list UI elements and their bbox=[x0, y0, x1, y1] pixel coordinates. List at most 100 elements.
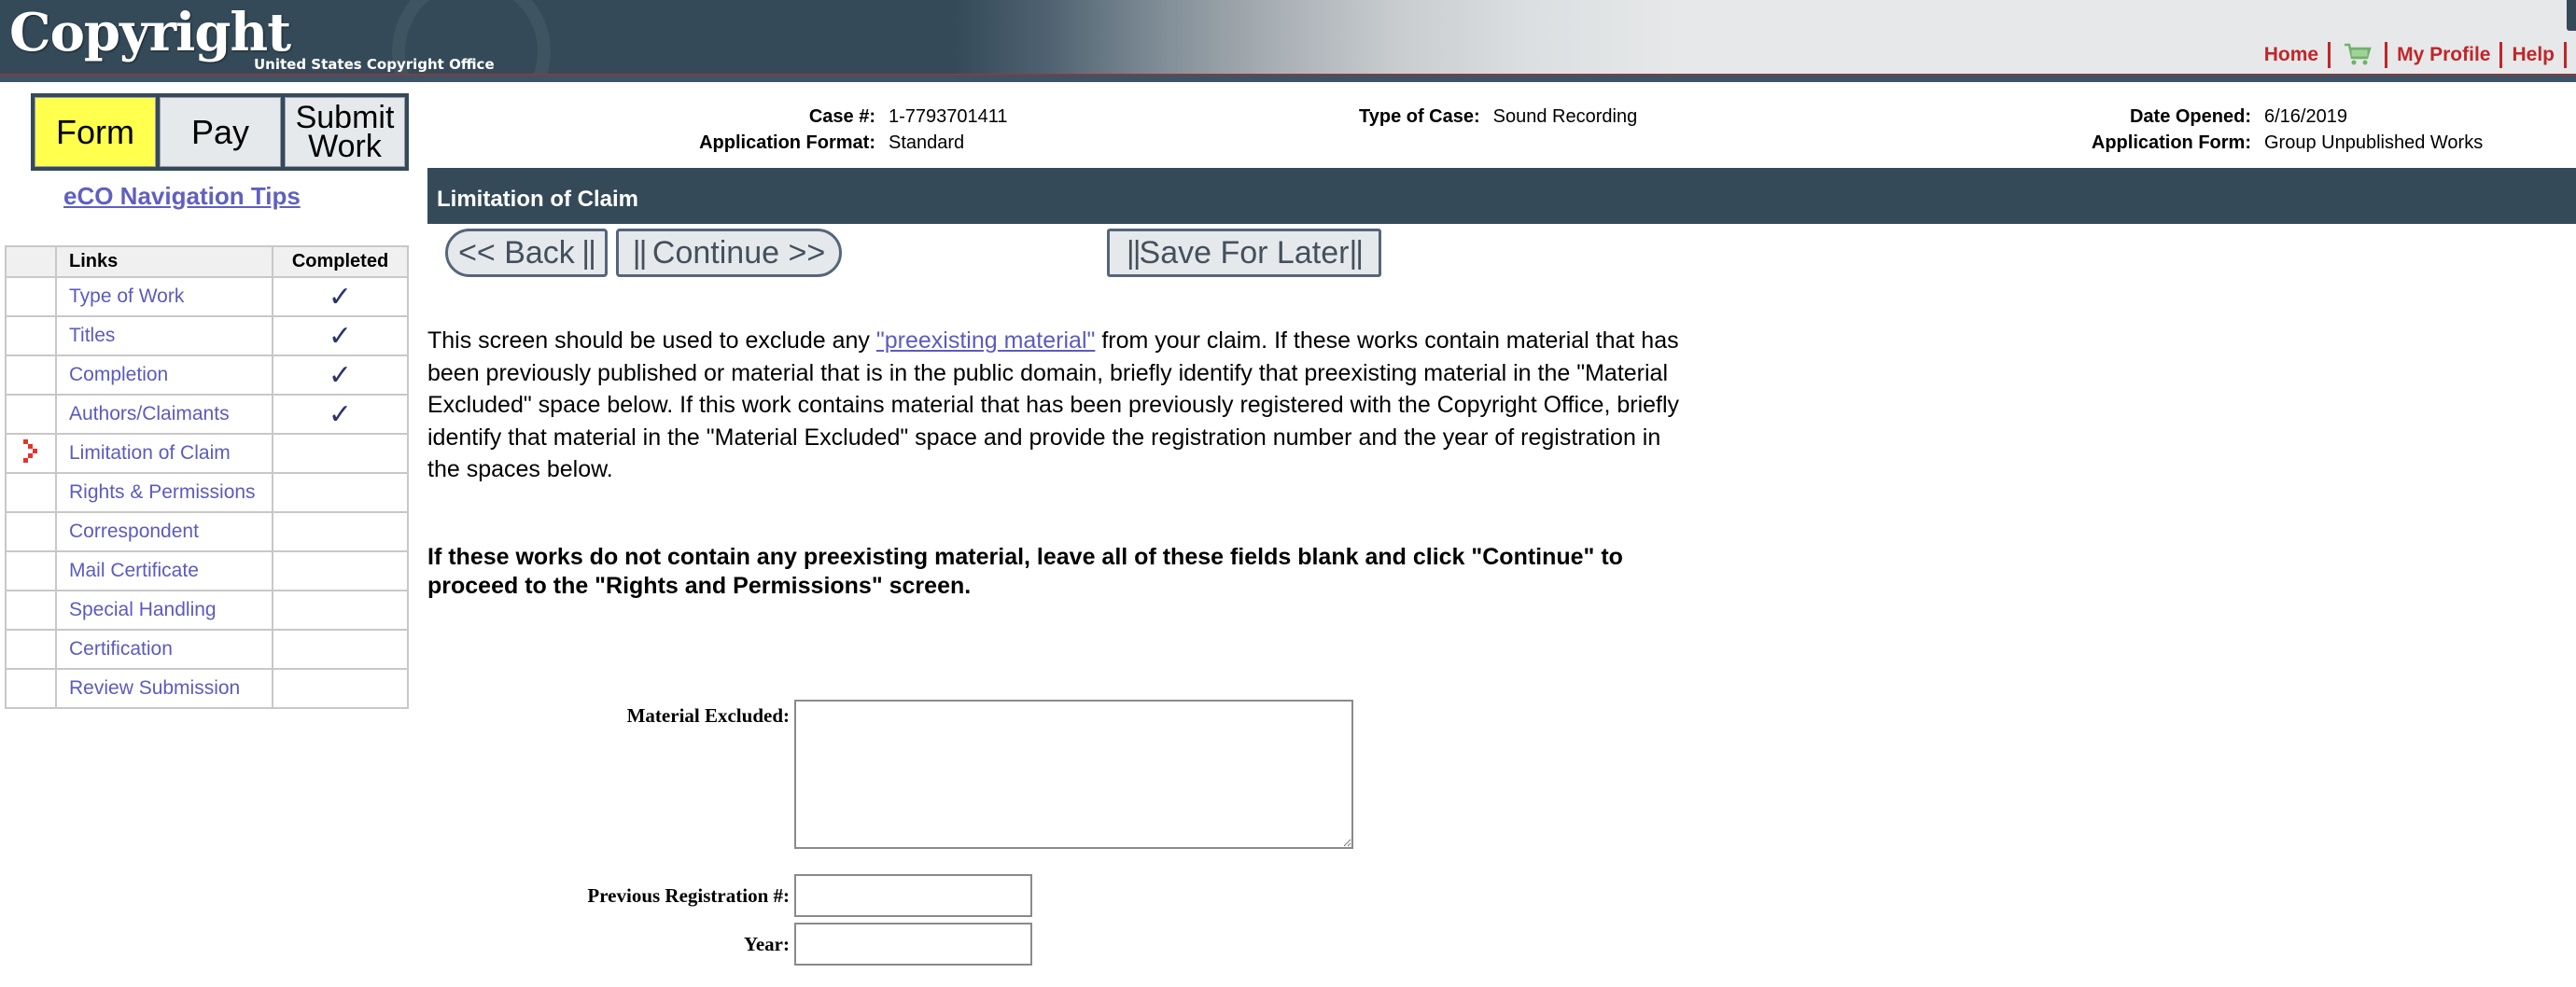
completed-cell: ✓ bbox=[272, 276, 409, 317]
current-step-cell bbox=[5, 472, 57, 513]
button-divider-bars: || bbox=[1349, 234, 1364, 271]
checkmark-icon: ✓ bbox=[328, 320, 353, 352]
sidebar-item-review-submission[interactable]: Review Submission bbox=[69, 677, 240, 699]
table-row: Mail Certificate bbox=[5, 550, 409, 591]
phase-navigation: Form Pay Submit Work bbox=[31, 93, 409, 171]
link-cell: Limitation of Claim bbox=[55, 433, 273, 474]
continue-button[interactable]: || Continue >> bbox=[616, 229, 842, 277]
completed-cell bbox=[272, 668, 409, 709]
completed-cell bbox=[272, 472, 409, 513]
sidebar-item-titles[interactable]: Titles bbox=[69, 325, 115, 346]
table-row: Type of Work ✓ bbox=[5, 276, 409, 317]
home-link[interactable]: Home bbox=[2255, 44, 2328, 66]
application-format-label: Application Format: bbox=[699, 132, 875, 153]
application-form-value: Group Unpublished Works bbox=[2264, 132, 2484, 153]
table-row: Titles ✓ bbox=[5, 315, 409, 356]
phase-pay-button[interactable]: Pay bbox=[160, 97, 281, 167]
completed-cell bbox=[272, 511, 409, 552]
table-row: Correspondent bbox=[5, 511, 409, 552]
case-info-middle: Type of Case: Sound Recording bbox=[1359, 106, 1637, 132]
type-of-case-value: Sound Recording bbox=[1492, 106, 1638, 127]
back-button[interactable]: << Back || bbox=[445, 229, 608, 277]
table-row: Limitation of Claim bbox=[5, 433, 409, 474]
application-format-value: Standard bbox=[889, 132, 965, 153]
current-step-cell bbox=[5, 315, 57, 356]
shopping-cart-link[interactable] bbox=[2331, 43, 2385, 67]
save-for-later-button[interactable]: || Save For Later || bbox=[1107, 229, 1381, 277]
completed-cell bbox=[272, 590, 409, 631]
completed-cell: ✓ bbox=[272, 354, 409, 396]
link-cell: Type of Work bbox=[55, 276, 273, 317]
header-corner-tab bbox=[2567, 0, 2576, 31]
button-divider-bars: || bbox=[1126, 234, 1141, 271]
current-step-cell bbox=[5, 668, 57, 709]
sidebar-item-correspondent[interactable]: Correspondent bbox=[69, 521, 199, 542]
no-preexisting-notice: If these works do not contain any preexi… bbox=[427, 544, 1623, 599]
phase-submit-label: Submit Work bbox=[296, 102, 395, 164]
application-links-table: Links Completed Type of Work ✓ Titles ✓ Comp… bbox=[5, 245, 409, 709]
previous-registration-input[interactable] bbox=[794, 874, 1032, 917]
help-link[interactable]: Help bbox=[2502, 44, 2564, 66]
completed-cell: ✓ bbox=[272, 394, 409, 435]
current-step-cell bbox=[5, 354, 57, 396]
checkmark-icon: ✓ bbox=[328, 281, 353, 313]
link-cell: Special Handling bbox=[55, 590, 273, 631]
save-for-later-label: Save For Later bbox=[1139, 234, 1350, 271]
case-number-label: Case #: bbox=[808, 106, 875, 127]
date-opened-label: Date Opened: bbox=[2129, 106, 2251, 127]
completed-cell: ✓ bbox=[272, 315, 409, 356]
current-step-cell bbox=[5, 550, 57, 591]
phase-form-button[interactable]: Form bbox=[35, 97, 156, 167]
my-profile-link[interactable]: My Profile bbox=[2387, 44, 2499, 66]
sidebar-item-mail-certificate[interactable]: Mail Certificate bbox=[69, 560, 199, 581]
link-cell: Completion bbox=[55, 354, 273, 396]
column-header-links: Links bbox=[55, 245, 273, 278]
column-header-completed: Completed bbox=[272, 245, 409, 278]
current-step-cell bbox=[5, 511, 57, 552]
phase-submit-line2: Work bbox=[308, 128, 382, 164]
material-excluded-label: Material Excluded: bbox=[626, 704, 790, 727]
table-header-row: Links Completed bbox=[5, 245, 409, 278]
column-header-marker bbox=[5, 245, 57, 278]
eco-navigation-tips-link[interactable]: eCO Navigation Tips bbox=[63, 182, 301, 211]
sidebar-item-rights-permissions[interactable]: Rights & Permissions bbox=[69, 481, 256, 503]
header-bottom-strip bbox=[0, 75, 2576, 82]
link-cell: Mail Certificate bbox=[55, 550, 273, 591]
sidebar-item-special-handling[interactable]: Special Handling bbox=[69, 599, 217, 620]
date-opened-value: 6/16/2019 bbox=[2264, 106, 2347, 127]
phase-submit-work-button[interactable]: Submit Work bbox=[285, 97, 405, 167]
sidebar-item-authors-claimants[interactable]: Authors/Claimants bbox=[69, 403, 230, 424]
application-form-label: Application Form: bbox=[2091, 132, 2251, 153]
sidebar-item-type-of-work[interactable]: Type of Work bbox=[69, 285, 184, 307]
table-row: Certification bbox=[5, 629, 409, 670]
completed-cell bbox=[272, 550, 409, 591]
link-cell: Titles bbox=[55, 315, 273, 356]
completed-cell bbox=[272, 629, 409, 670]
link-cell: Authors/Claimants bbox=[55, 394, 273, 435]
sidebar-item-certification[interactable]: Certification bbox=[69, 638, 173, 660]
material-excluded-textarea[interactable] bbox=[794, 700, 1353, 849]
completed-cell bbox=[272, 433, 409, 474]
top-navigation: Home My Profile Help bbox=[2255, 41, 2567, 69]
links-table-body: Type of Work ✓ Titles ✓ Completion ✓ Authors/C… bbox=[5, 276, 409, 709]
type-of-case-label: Type of Case: bbox=[1359, 106, 1480, 127]
sidebar-item-limitation-of-claim[interactable]: Limitation of Claim bbox=[69, 442, 231, 464]
back-button-label: << Back bbox=[458, 234, 575, 271]
checkmark-icon: ✓ bbox=[328, 398, 353, 430]
button-divider-bars: || bbox=[632, 234, 652, 271]
preexisting-material-link[interactable]: "preexisting material" bbox=[876, 327, 1096, 354]
sidebar-item-completion[interactable]: Completion bbox=[69, 364, 168, 385]
current-step-arrow-icon bbox=[23, 439, 37, 463]
year-label: Year: bbox=[744, 933, 790, 955]
table-row: Authors/Claimants ✓ bbox=[5, 394, 409, 435]
instructions-paragraph: This screen should be used to exclude an… bbox=[427, 325, 1697, 486]
continue-button-label: Continue >> bbox=[651, 234, 826, 271]
previous-registration-label: Previous Registration #: bbox=[587, 884, 790, 907]
link-divider bbox=[2564, 42, 2567, 68]
checkmark-icon: ✓ bbox=[328, 359, 353, 391]
year-input[interactable] bbox=[794, 923, 1032, 966]
logo-wordmark: Copyright bbox=[9, 2, 291, 63]
table-row: Special Handling bbox=[5, 590, 409, 631]
link-cell: Correspondent bbox=[55, 511, 273, 552]
case-number-value: 1-7793701411 bbox=[889, 106, 1008, 127]
